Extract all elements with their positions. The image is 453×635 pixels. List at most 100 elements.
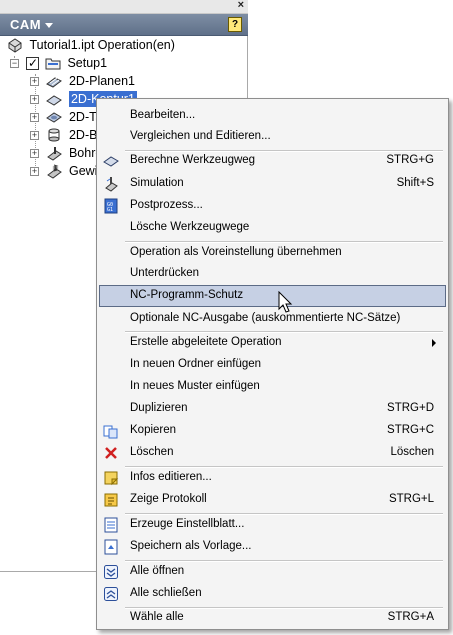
menu-item-duplizieren[interactable]: Duplizieren STRG+D — [99, 398, 446, 420]
menu-item-bearbeiten[interactable]: Bearbeiten... — [99, 105, 446, 127]
menu-item-label: Vergleichen und Editieren... — [130, 130, 271, 142]
menu-item-label: Kopieren — [130, 424, 177, 436]
mouse-cursor-icon — [278, 291, 293, 313]
menu-item-speichern-als-vorlage[interactable]: Speichern als Vorlage... — [99, 536, 446, 558]
menu-item-neues-muster[interactable]: In neues Muster einfügen — [99, 376, 446, 398]
postprocess-icon: G0G1 — [104, 198, 118, 214]
menu-item-label: Operation als Voreinstellung übernehmen — [130, 246, 342, 258]
menu-item-label: Unterdrücken — [130, 267, 200, 279]
menu-item-label: Zeige Protokoll — [130, 493, 207, 505]
menu-item-shortcut: STRG+D — [387, 402, 434, 414]
expand-toggle[interactable]: + — [30, 130, 39, 140]
cam-title: CAM — [10, 17, 42, 32]
menu-item-shortcut: STRG+L — [388, 493, 434, 505]
menu-item-label: Postprozess... — [130, 199, 203, 211]
menu-item-simulation[interactable]: Simulation Shift+S — [99, 173, 446, 195]
menu-item-label: Erstelle abgeleitete Operation — [130, 336, 282, 348]
menu-item-abgeleitete-operation[interactable]: Erstelle abgeleitete Operation — [99, 332, 446, 354]
generate-toolpath-icon — [103, 156, 119, 167]
menu-item-label: Alle schließen — [130, 587, 202, 599]
menu-item-label: Wähle alle — [130, 611, 184, 623]
menu-item-label: Alle öffnen — [130, 565, 185, 577]
tree-item-label: Tutorial1.ipt Operation(en) — [29, 38, 175, 52]
simulation-icon — [105, 177, 118, 192]
close-icon[interactable]: × — [238, 0, 244, 11]
tree-row-setup[interactable]: − ✓ Setup1 — [10, 55, 107, 73]
tree-item-label: 2D-Planen1 — [68, 74, 135, 88]
menu-item-kopieren[interactable]: Kopieren STRG+C — [99, 420, 446, 442]
tree-row-document[interactable]: Tutorial1.ipt Operation(en) — [7, 37, 175, 55]
expand-toggle[interactable]: + — [30, 94, 39, 104]
menu-item-voreinstellung[interactable]: Operation als Voreinstellung übernehmen — [99, 242, 446, 264]
menu-item-label: Simulation — [130, 177, 184, 189]
bore-operation-icon — [48, 128, 60, 142]
menu-item-infos-editieren[interactable]: Infos editieren... — [99, 467, 446, 489]
menu-item-label: Bearbeiten... — [130, 109, 196, 121]
thread-operation-icon — [47, 164, 63, 179]
menu-item-nc-programm-schutz[interactable]: NC-Programm-Schutz — [99, 285, 446, 307]
cam-header[interactable]: CAM ? — [0, 14, 248, 36]
menu-item-label: Lösche Werkzeugwege — [130, 221, 250, 233]
expand-all-icon — [104, 565, 118, 579]
svg-text:G1: G1 — [107, 207, 113, 213]
menu-item-label: Duplizieren — [130, 402, 188, 414]
checkbox-icon[interactable]: ✓ — [26, 56, 40, 70]
notes-icon — [104, 471, 119, 486]
menu-item-berechne-werkzeugweg[interactable]: Berechne Werkzeugweg STRG+G — [99, 150, 446, 172]
menu-item-label: Infos editieren... — [130, 471, 212, 483]
tree-item-label: Setup1 — [67, 56, 108, 70]
drill-operation-icon — [47, 147, 63, 161]
log-icon — [104, 493, 118, 507]
menu-item-label: Speichern als Vorlage... — [130, 540, 252, 552]
menu-item-unterdruecken[interactable]: Unterdrücken — [99, 263, 446, 285]
menu-item-label: Löschen — [130, 446, 174, 458]
menu-item-waehle-alle[interactable]: Wähle alle STRG+A — [99, 607, 446, 629]
expand-toggle[interactable]: + — [30, 112, 39, 122]
menu-item-shortcut: STRG+G — [386, 154, 434, 166]
expand-toggle[interactable]: + — [30, 166, 39, 176]
face-operation-icon — [46, 77, 63, 88]
menu-item-loeschen[interactable]: Löschen Löschen — [99, 442, 446, 464]
contour-operation-icon — [46, 95, 63, 106]
menu-item-label: Berechne Werkzeugweg — [130, 154, 256, 166]
copy-icon — [103, 425, 118, 439]
menu-item-vergleichen[interactable]: Vergleichen und Editieren... — [99, 126, 446, 148]
pocket-operation-icon — [46, 112, 63, 123]
tree-row-operation[interactable]: + Bohre — [30, 145, 102, 163]
tree-row-operation[interactable]: + 2D-Planen1 — [30, 73, 135, 91]
menu-item-shortcut: Löschen — [390, 446, 434, 458]
delete-icon — [105, 447, 117, 459]
submenu-arrow-icon — [432, 339, 436, 347]
cam-menu-button[interactable]: CAM — [10, 17, 54, 32]
menu-item-zeige-protokoll[interactable]: Zeige Protokoll STRG+L — [99, 489, 446, 511]
collapse-all-icon — [104, 587, 118, 601]
help-button[interactable]: ? — [228, 17, 242, 32]
expand-toggle[interactable]: + — [30, 76, 39, 86]
expand-toggle[interactable]: + — [30, 148, 39, 158]
panel-title-bar: × — [0, 0, 248, 14]
menu-item-alle-oeffnen[interactable]: Alle öffnen — [99, 561, 446, 583]
tree-row-operation[interactable]: + 2D-Bo — [30, 127, 104, 145]
menu-item-postprozess[interactable]: G0 G1 Postprozess... — [99, 195, 446, 217]
save-template-icon — [104, 539, 118, 555]
tree-row-operation[interactable]: + 2D-Ta — [30, 109, 102, 127]
context-menu: Bearbeiten... Vergleichen und Editieren.… — [96, 98, 449, 630]
collapse-toggle[interactable]: − — [10, 58, 19, 68]
menu-item-shortcut: STRG+C — [387, 424, 434, 436]
menu-item-alle-schliessen[interactable]: Alle schließen — [99, 583, 446, 605]
menu-item-label: Optionale NC-Ausgabe (auskommentierte NC… — [130, 312, 401, 324]
menu-item-label: In neues Muster einfügen — [130, 380, 260, 392]
setup-folder-icon — [45, 58, 61, 70]
menu-item-neuer-ordner[interactable]: In neuen Ordner einfügen — [99, 354, 446, 376]
menu-item-loesche-werkzeugwege[interactable]: Lösche Werkzeugwege — [99, 217, 446, 239]
tree-row-operation[interactable]: + Gewin — [30, 163, 104, 181]
menu-item-shortcut: Shift+S — [396, 177, 434, 189]
menu-item-label: NC-Programm-Schutz — [130, 289, 244, 301]
menu-item-einstellblatt[interactable]: Erzeuge Einstellblatt... — [99, 514, 446, 536]
setup-sheet-icon — [104, 517, 118, 533]
menu-item-optionale-nc-ausgabe[interactable]: Optionale NC-Ausgabe (auskommentierte NC… — [99, 308, 446, 330]
part-icon — [8, 38, 22, 53]
chevron-down-icon — [45, 23, 54, 29]
menu-item-label: In neuen Ordner einfügen — [130, 358, 262, 370]
menu-item-shortcut: STRG+A — [387, 611, 434, 623]
